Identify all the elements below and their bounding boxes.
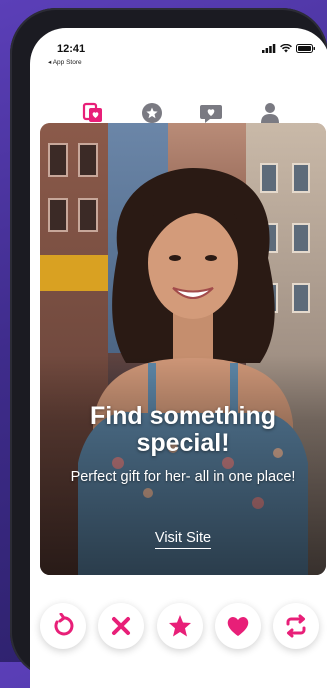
rewind-icon [54, 613, 74, 636]
heart-icon [227, 617, 249, 636]
like-button[interactable] [215, 603, 261, 649]
nope-button[interactable] [98, 603, 144, 649]
star-icon [169, 615, 191, 637]
card-subline: Perfect gift for her- all in one place! [70, 469, 296, 485]
visit-site-link[interactable]: Visit Site [40, 530, 326, 549]
card-headline: Find something special! [89, 402, 277, 457]
boost-icon [286, 614, 306, 638]
action-bar [30, 603, 327, 651]
boost-button[interactable] [273, 603, 319, 649]
status-bar: 12:41 ◂ App Store [30, 28, 327, 72]
phone-frame: 12:41 ◂ App Store Find something special… [10, 8, 327, 688]
signal-icon [262, 44, 276, 53]
cards-icon [82, 102, 102, 122]
visit-site-label[interactable]: Visit Site [154, 530, 212, 549]
rewind-button[interactable] [40, 603, 86, 649]
profile-card[interactable]: Find something special! Perfect gift for… [40, 123, 326, 575]
back-to-app-store-link[interactable]: ◂ App Store [48, 58, 82, 66]
app-screen: 12:41 ◂ App Store Find something special… [30, 28, 327, 688]
wifi-icon [280, 44, 292, 53]
status-icons [262, 44, 316, 53]
super-like-button[interactable] [157, 603, 203, 649]
chat-heart-icon [200, 105, 222, 123]
star-circle-icon [142, 103, 162, 123]
profile-icon [261, 103, 279, 123]
close-icon [112, 617, 130, 635]
status-time: 12:41 [57, 43, 86, 55]
battery-icon [296, 44, 315, 53]
